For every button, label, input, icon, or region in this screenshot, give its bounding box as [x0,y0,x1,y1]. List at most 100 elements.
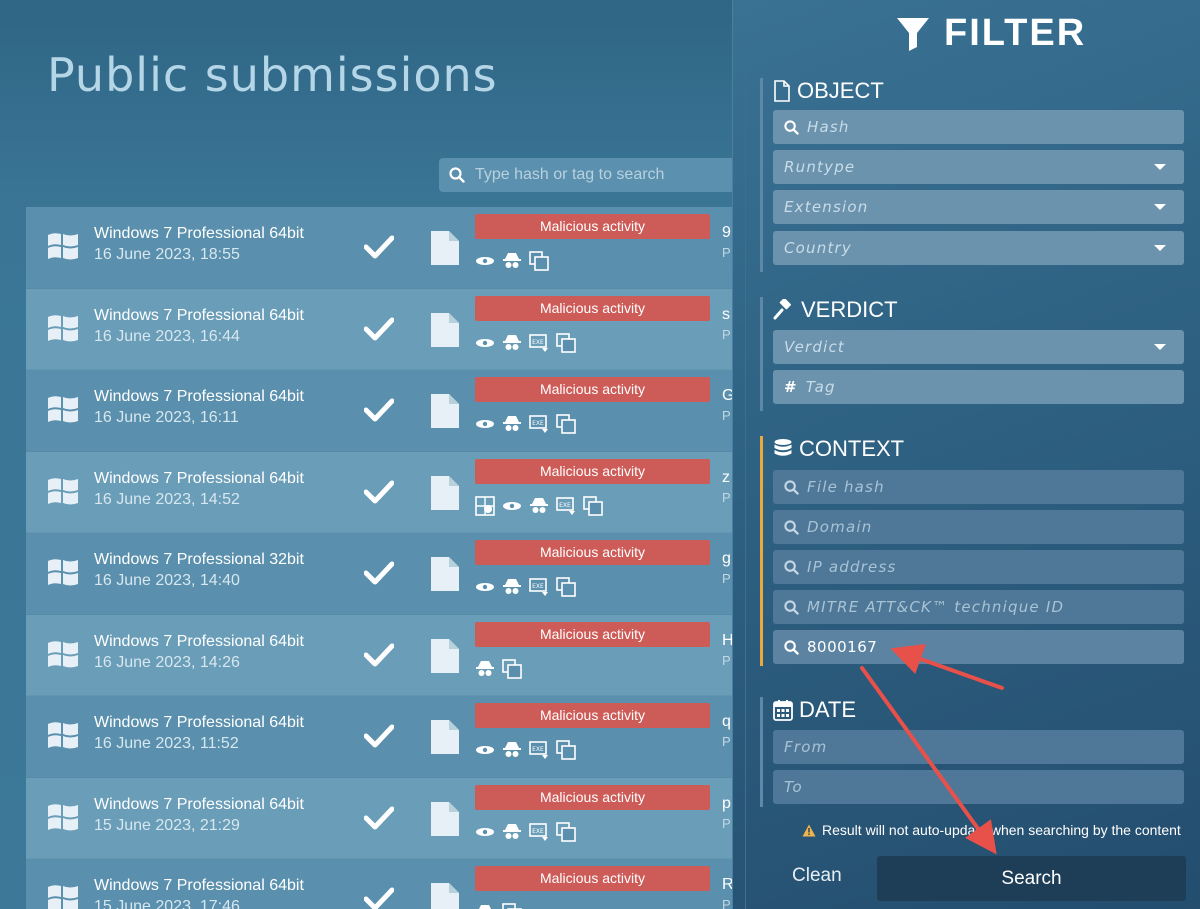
eye-icon [475,740,495,760]
copy-icon [502,658,522,679]
search-icon [449,167,465,183]
spy-icon [502,414,522,434]
tag-icons: EXE [475,414,576,434]
search-icon [784,519,799,535]
checkmark-icon [363,806,395,834]
submission-row[interactable]: Windows 7 Professional 64bit 16 June 2023… [26,614,732,696]
os-name: Windows 7 Professional 64bit [94,225,304,242]
submission-date: 16 June 2023, 16:11 [94,409,239,426]
svg-text:EXE: EXE [532,746,544,753]
verdict-badge: Malicious activity [475,621,710,647]
search-icon [784,599,799,615]
checkmark-icon [363,724,395,752]
date-section: DATE From To [760,697,1200,807]
copy-icon [556,740,576,760]
warning-text: Result will not auto-update when searchi… [822,822,1181,838]
hash-input[interactable]: Hash [773,110,1184,144]
domain-placeholder: Domain [807,518,873,536]
submission-row[interactable]: Windows 7 Professional 64bit 15 June 2023… [26,777,732,859]
mitre-technique-input[interactable]: MITRE ATT&CK™ technique ID [773,590,1184,624]
file-icon [430,393,460,433]
tag-placeholder: Tag [805,378,836,396]
copy-icon [529,251,549,271]
database-icon [774,439,792,456]
windows-icon [46,720,80,754]
verdict-badge: Malicious activity [475,377,710,402]
submission-row[interactable]: Windows 7 Professional 64bit 16 June 2023… [26,451,732,533]
country-select[interactable]: Country [773,231,1184,265]
checkmark-icon [363,561,395,589]
os-name: Windows 7 Professional 64bit [94,795,304,813]
submission-row[interactable]: Windows 7 Professional 64bit 15 June 2023… [26,859,732,909]
ip-address-input[interactable]: IP address [773,550,1184,584]
file-name-truncated: s [722,305,730,323]
date-heading-label: DATE [799,697,857,722]
date-heading: DATE [773,697,856,723]
search-icon [784,559,799,575]
gavel-icon [773,299,791,320]
submission-row[interactable]: Windows 7 Professional 64bit 16 June 2023… [26,288,732,370]
file-detail-truncated: P [722,897,731,909]
tag-icons: EXE [475,821,576,842]
extension-select[interactable]: Extension [773,190,1184,224]
file-detail-truncated: P [722,245,731,260]
search-box[interactable] [439,158,732,192]
windows-icon [46,883,80,909]
svg-text:EXE: EXE [532,339,544,346]
os-name: Windows 7 Professional 64bit [94,714,304,731]
date-to-input[interactable]: To [773,770,1184,804]
context-query-input[interactable]: 8000167 [773,630,1184,664]
windows-icon [46,802,80,836]
date-from-input[interactable]: From [773,730,1184,764]
network-icon [475,495,495,516]
chevron-down-icon [1154,204,1166,210]
exe-icon: EXE [529,822,549,842]
file-icon [774,80,790,102]
submission-row[interactable]: Windows 7 Professional 64bit 16 June 2023… [26,207,732,289]
submission-row[interactable]: Windows 7 Professional 32bit 16 June 2023… [26,533,732,615]
windows-icon [46,476,80,510]
svg-text:EXE: EXE [532,583,544,590]
clean-button[interactable]: Clean [786,864,848,888]
checkmark-icon [363,643,395,671]
verdict-badge: Malicious activity [475,540,710,565]
windows-icon [46,639,80,673]
hash-placeholder: Hash [807,118,850,136]
submission-row[interactable]: Windows 7 Professional 64bit 16 June 2023… [26,370,732,452]
spy-icon [502,740,522,760]
exe-icon: EXE [529,333,549,353]
spy-icon [502,577,522,597]
filter-title: FILTER [944,12,1087,54]
verdict-badge: Malicious activity [475,214,710,239]
search-icon [784,479,799,495]
search-button[interactable]: Search [877,856,1186,901]
spy-icon [502,251,522,271]
section-bar [760,697,763,807]
search-input[interactable] [473,165,732,185]
file-icon [430,882,460,909]
section-bar [760,78,763,272]
file-hash-input[interactable]: File hash [773,470,1184,504]
submission-date: 16 June 2023, 14:40 [94,572,240,589]
submission-row[interactable]: Windows 7 Professional 64bit 16 June 2023… [26,696,732,778]
ip-address-placeholder: IP address [807,558,897,576]
context-query-value: 8000167 [807,638,878,656]
verdict-select[interactable]: Verdict [773,330,1184,364]
chevron-down-icon [1154,344,1166,350]
submission-date: 16 June 2023, 18:55 [94,246,240,263]
file-detail-truncated: P [722,734,731,749]
hash-tag-icon: # [784,378,798,396]
file-icon [430,556,460,596]
verdict-badge: Malicious activity [475,295,710,321]
file-name-truncated: 9 [722,224,731,241]
section-bar [760,297,763,411]
object-heading-label: OBJECT [797,78,884,103]
tag-icons: EXE [475,495,603,516]
tag-input[interactable]: # Tag [773,370,1184,404]
context-section: CONTEXT File hash Domain IP address MITR… [760,436,1200,666]
runtype-select[interactable]: Runtype [773,150,1184,184]
file-name-truncated: R [722,876,732,893]
checkmark-icon [363,317,395,345]
domain-input[interactable]: Domain [773,510,1184,544]
exe-icon: EXE [556,496,576,516]
